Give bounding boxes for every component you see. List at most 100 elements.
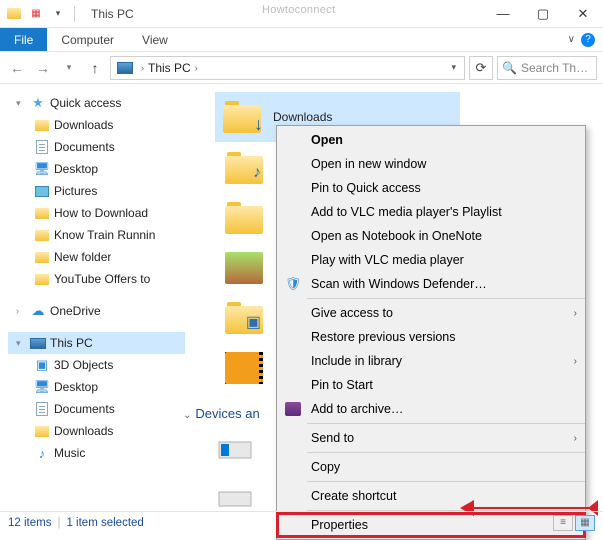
address-bar[interactable]: › This PC › ▾ <box>110 56 465 80</box>
ctx-restore-versions[interactable]: Restore previous versions <box>277 325 585 349</box>
search-icon: 🔍 <box>502 61 517 75</box>
quick-access-toolbar: ▦ ▾ <box>0 4 83 24</box>
tree-item-documents2[interactable]: Documents <box>8 398 185 420</box>
tree-quick-access[interactable]: ▾★Quick access <box>8 92 185 114</box>
desktop-icon: 🖥 <box>34 379 50 395</box>
tree-onedrive[interactable]: ›☁OneDrive <box>8 300 185 322</box>
tree-item-desktop2[interactable]: 🖥Desktop <box>8 376 185 398</box>
folder-icon <box>34 117 50 133</box>
cloud-icon: ☁ <box>30 303 46 319</box>
tree-item-3dobjects[interactable]: ▣3D Objects <box>8 354 185 376</box>
nav-bar: ← → ▾ ↑ › This PC › ▾ ⟳ 🔍 Search Th… <box>0 52 603 84</box>
ctx-vlc-playlist[interactable]: Add to VLC media player's Playlist <box>277 200 585 224</box>
submenu-icon: › <box>574 308 577 319</box>
tree-item-youtube[interactable]: YouTube Offers to <box>8 268 185 290</box>
status-selection: 1 item selected <box>66 517 143 529</box>
up-button[interactable]: ↑ <box>84 57 106 79</box>
ctx-open[interactable]: Open <box>277 128 585 152</box>
tree-item-documents[interactable]: Documents <box>8 136 185 158</box>
history-dropdown[interactable]: ▾ <box>58 57 80 79</box>
view-icons-button[interactable]: ▦ <box>575 515 595 531</box>
tree-item-music[interactable]: ♪Music <box>8 442 185 464</box>
breadcrumb-this-pc[interactable]: This PC <box>148 61 191 75</box>
document-icon <box>34 401 50 417</box>
tree-item-downloads2[interactable]: Downloads <box>8 420 185 442</box>
ctx-copy[interactable]: Copy <box>277 455 585 479</box>
section-devices[interactable]: ⌄Devices an <box>183 406 260 421</box>
ribbon-tabs: File Computer View ∨ ? <box>0 28 603 52</box>
help-icon[interactable]: ? <box>581 33 595 47</box>
file-tab[interactable]: File <box>0 28 47 51</box>
ctx-send-to[interactable]: Send to› <box>277 426 585 450</box>
tree-item-desktop[interactable]: 🖥Desktop <box>8 158 185 180</box>
forward-button[interactable]: → <box>32 57 54 79</box>
search-placeholder: Search Th… <box>521 61 588 75</box>
ribbon-collapse-icon[interactable]: ∨ <box>568 34 575 45</box>
star-icon: ★ <box>30 95 46 111</box>
tree-this-pc[interactable]: ▾This PC <box>8 332 185 354</box>
ctx-create-shortcut[interactable]: Create shortcut <box>277 484 585 508</box>
downloads-folder-icon: ↓ <box>223 101 261 133</box>
drive-icon <box>215 482 255 512</box>
ctx-add-archive[interactable]: Add to archive… <box>277 397 585 421</box>
tab-computer[interactable]: Computer <box>47 29 128 51</box>
watermark: Howtoconnect <box>262 4 335 16</box>
folder-stack: ♪ ▣ <box>225 152 263 384</box>
status-bar: 12 items | 1 item selected ≡ ▦ <box>0 511 603 533</box>
music-icon: ♪ <box>34 445 50 461</box>
folder-icon <box>34 271 50 287</box>
videos-folder-icon[interactable] <box>225 352 263 384</box>
back-button[interactable]: ← <box>6 57 28 79</box>
document-icon <box>34 139 50 155</box>
drive-icon <box>215 434 255 464</box>
tree-item-howto[interactable]: How to Download <box>8 202 185 224</box>
ctx-pin-start[interactable]: Pin to Start <box>277 373 585 397</box>
folder-icon <box>34 205 50 221</box>
breadcrumb-sep2[interactable]: › <box>191 63 202 73</box>
desktop-icon: 🖥 <box>34 161 50 177</box>
tree-item-pictures[interactable]: Pictures <box>8 180 185 202</box>
picture-icon <box>34 183 50 199</box>
maximize-button[interactable]: ▢ <box>523 0 563 28</box>
submenu-icon: › <box>574 433 577 444</box>
ctx-vlc-play[interactable]: Play with VLC media player <box>277 248 585 272</box>
breadcrumb-sep[interactable]: › <box>137 63 148 73</box>
qat-chevron[interactable]: ▾ <box>48 4 68 24</box>
winrar-icon <box>281 399 305 419</box>
pc-icon <box>30 335 46 351</box>
search-input[interactable]: 🔍 Search Th… <box>497 56 597 80</box>
ctx-defender[interactable]: 🛡Scan with Windows Defender… <box>277 272 585 296</box>
tree-item-newfolder[interactable]: New folder <box>8 246 185 268</box>
ctx-give-access[interactable]: Give access to› <box>277 301 585 325</box>
window-title: This PC <box>83 7 134 21</box>
ctx-pin-quick-access[interactable]: Pin to Quick access <box>277 176 585 200</box>
context-menu: Open Open in new window Pin to Quick acc… <box>276 125 586 540</box>
drive-c[interactable] <box>215 434 255 464</box>
folder-icon <box>4 4 24 24</box>
address-history-dropdown[interactable]: ▾ <box>445 62 462 73</box>
folder-label: Downloads <box>273 110 332 124</box>
tree-item-train[interactable]: Know Train Runnin <box>8 224 185 246</box>
close-button[interactable]: ✕ <box>563 0 603 28</box>
status-item-count: 12 items <box>8 517 51 529</box>
ctx-include-library[interactable]: Include in library› <box>277 349 585 373</box>
cube-folder-icon[interactable]: ▣ <box>225 302 263 334</box>
properties-icon[interactable]: ▦ <box>26 4 46 24</box>
refresh-button[interactable]: ⟳ <box>469 56 493 80</box>
minimize-button[interactable]: — <box>483 0 523 28</box>
submenu-icon: › <box>574 356 577 367</box>
ctx-open-new-window[interactable]: Open in new window <box>277 152 585 176</box>
nav-tree: ▾★Quick access Downloads Documents 🖥Desk… <box>0 84 185 514</box>
shield-icon: 🛡 <box>281 274 305 294</box>
music-folder-icon[interactable]: ♪ <box>225 152 263 184</box>
docs-folder-icon[interactable] <box>225 202 263 234</box>
ctx-onenote[interactable]: Open as Notebook in OneNote <box>277 224 585 248</box>
folder-icon <box>34 249 50 265</box>
cube-icon: ▣ <box>34 357 50 373</box>
tab-view[interactable]: View <box>128 29 182 51</box>
view-details-button[interactable]: ≡ <box>553 515 573 531</box>
pictures-folder-icon[interactable] <box>225 252 263 284</box>
pc-icon <box>117 62 133 74</box>
tree-item-downloads[interactable]: Downloads <box>8 114 185 136</box>
drive-d[interactable] <box>215 482 255 512</box>
